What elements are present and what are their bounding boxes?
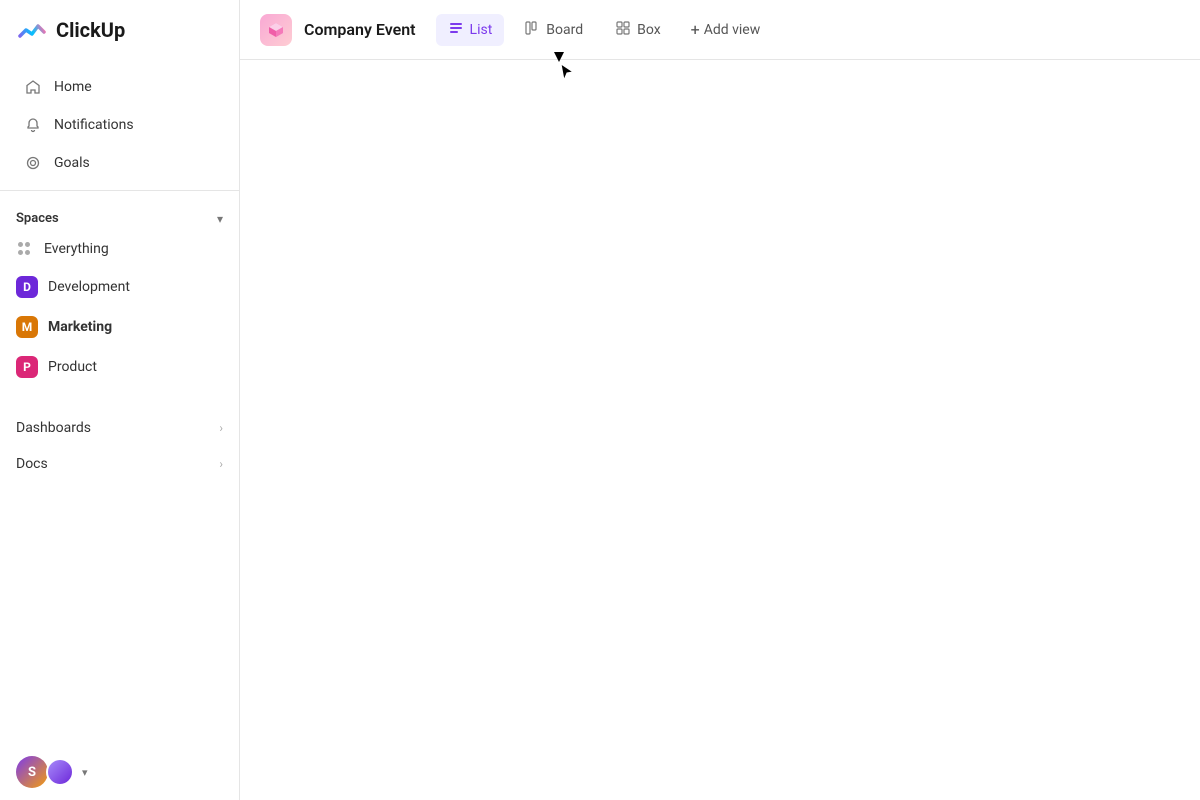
sidebar-item-dashboards[interactable]: Dashboards ›: [8, 410, 231, 446]
sidebar-item-everything[interactable]: Everything: [8, 232, 231, 266]
product-avatar: P: [16, 356, 38, 378]
everything-label: Everything: [44, 241, 109, 257]
spaces-section: Spaces ▾ Everything D Development M Mark…: [0, 191, 239, 394]
everything-icon: [16, 240, 34, 258]
main-area: Company Event List Board Box + Add view: [240, 0, 1200, 800]
spaces-header[interactable]: Spaces ▾: [8, 207, 231, 230]
marketing-avatar: M: [16, 316, 38, 338]
footer-chevron-icon: ▾: [82, 766, 88, 779]
main-nav: Home Notifications Goals: [0, 60, 239, 191]
board-icon: [524, 20, 540, 40]
list-icon: [448, 20, 464, 40]
add-view-button[interactable]: + Add view: [681, 14, 771, 45]
tab-box[interactable]: Box: [603, 14, 673, 46]
project-cube-icon: [266, 20, 286, 40]
marketing-label: Marketing: [48, 319, 112, 335]
sidebar-item-home[interactable]: Home: [8, 68, 231, 106]
project-icon: [260, 14, 292, 46]
sidebar-item-goals[interactable]: Goals: [8, 144, 231, 182]
bell-icon: [24, 116, 42, 134]
project-title: Company Event: [304, 20, 416, 39]
sidebar-item-notifications[interactable]: Notifications: [8, 106, 231, 144]
tab-box-label: Box: [637, 22, 661, 38]
user-avatar-s: S: [16, 756, 48, 788]
logo[interactable]: ClickUp: [0, 0, 239, 60]
sidebar-item-goals-label: Goals: [54, 155, 90, 171]
tab-list[interactable]: List: [436, 14, 505, 46]
sidebar-item-docs[interactable]: Docs ›: [8, 446, 231, 482]
clickup-logo-icon: [16, 14, 48, 46]
box-icon: [615, 20, 631, 40]
development-label: Development: [48, 279, 130, 295]
sidebar-item-development[interactable]: D Development: [8, 268, 231, 306]
product-label: Product: [48, 359, 97, 375]
logo-text: ClickUp: [56, 18, 125, 42]
sidebar-footer[interactable]: S ▾: [0, 744, 239, 800]
bottom-nav: Dashboards › Docs ›: [0, 402, 239, 490]
docs-label: Docs: [16, 456, 48, 472]
chevron-down-icon: ▾: [217, 212, 223, 226]
sidebar: ClickUp Home Notifications Goals Spaces …: [0, 0, 240, 800]
tab-list-label: List: [470, 22, 493, 38]
sidebar-item-product[interactable]: P Product: [8, 348, 231, 386]
docs-chevron-icon: ›: [219, 457, 223, 471]
spaces-title: Spaces: [16, 211, 59, 226]
tab-board-label: Board: [546, 22, 583, 38]
main-content: [240, 60, 1200, 800]
user-avatar-photo: [46, 758, 74, 786]
add-view-plus-icon: +: [691, 20, 700, 39]
sidebar-item-home-label: Home: [54, 79, 92, 95]
tab-board[interactable]: Board: [512, 14, 595, 46]
topbar: Company Event List Board Box + Add view: [240, 0, 1200, 60]
dashboards-label: Dashboards: [16, 420, 91, 436]
home-icon: [24, 78, 42, 96]
sidebar-item-marketing[interactable]: M Marketing: [8, 308, 231, 346]
dashboards-left: Dashboards: [16, 420, 91, 436]
goals-icon: [24, 154, 42, 172]
add-view-label: Add view: [704, 22, 761, 38]
dashboards-chevron-icon: ›: [219, 421, 223, 435]
sidebar-item-notifications-label: Notifications: [54, 117, 134, 133]
docs-left: Docs: [16, 456, 48, 472]
development-avatar: D: [16, 276, 38, 298]
